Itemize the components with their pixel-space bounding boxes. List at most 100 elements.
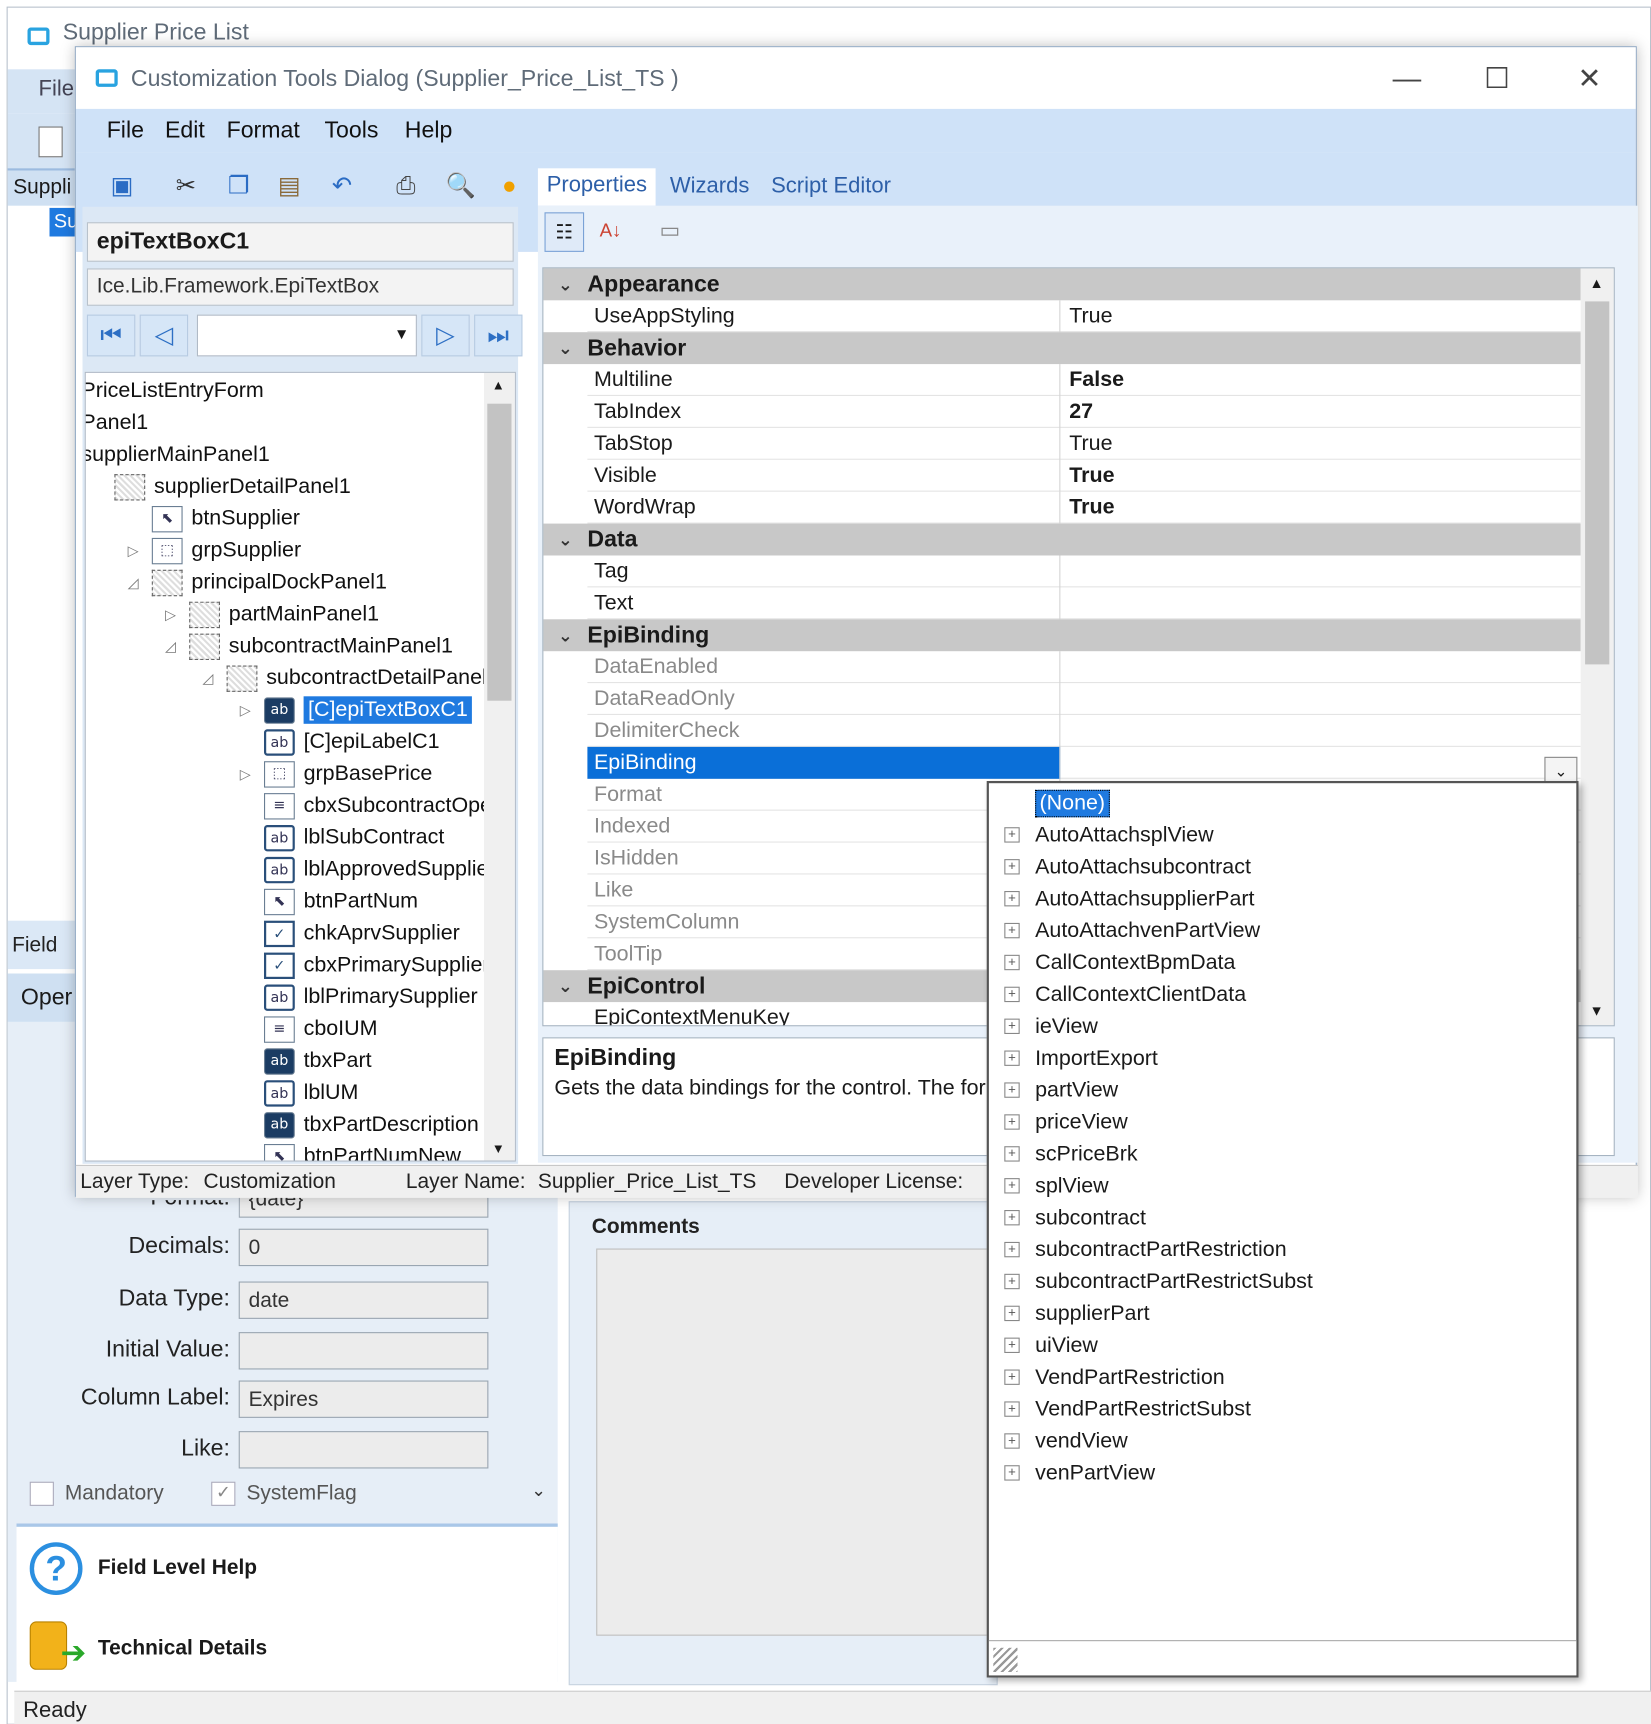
- tree-node[interactable]: Panel1: [86, 407, 148, 439]
- property-row[interactable]: Multiline False: [587, 364, 1581, 396]
- expand-plus-icon[interactable]: +: [1004, 1306, 1020, 1322]
- expand-plus-icon[interactable]: +: [1004, 1274, 1020, 1290]
- categorized-icon[interactable]: ☷: [544, 212, 585, 252]
- last-icon[interactable]: ⏭: [474, 314, 523, 357]
- cut-icon[interactable]: ✂: [168, 168, 203, 203]
- binding-option[interactable]: + VendPartRestrictSubst: [1004, 1394, 1251, 1425]
- technical-details-link[interactable]: Technical Details: [98, 1637, 267, 1661]
- expand-plus-icon[interactable]: +: [1004, 1019, 1020, 1034]
- field-input[interactable]: [238, 1431, 489, 1469]
- tree-node[interactable]: ab tbxPartDescription: [240, 1109, 479, 1141]
- expand-plus-icon[interactable]: +: [1004, 1337, 1020, 1353]
- expand-plus-icon[interactable]: +: [1004, 923, 1020, 939]
- property-category[interactable]: ⌄ Data: [543, 523, 1581, 556]
- property-row[interactable]: Visible True: [587, 459, 1581, 492]
- expand-plus-icon[interactable]: +: [1004, 1114, 1020, 1130]
- scroll-down-icon[interactable]: ▼: [1590, 1002, 1604, 1019]
- binding-option[interactable]: + vendView: [1004, 1426, 1128, 1457]
- property-row[interactable]: TabIndex 27: [587, 396, 1581, 428]
- expand-plus-icon[interactable]: +: [1004, 1433, 1020, 1449]
- tab-wizards[interactable]: Wizards: [670, 174, 749, 199]
- bg-tab[interactable]: Suppli: [7, 168, 76, 206]
- bg-selected-item[interactable]: Su: [49, 207, 78, 237]
- first-icon[interactable]: ⏮: [86, 314, 136, 357]
- save-icon[interactable]: ▣: [105, 168, 140, 203]
- tab-properties[interactable]: Properties: [537, 168, 656, 206]
- binding-option[interactable]: + AutoAttachsupplierPart: [1004, 883, 1254, 914]
- control-select[interactable]: ▼: [196, 314, 417, 357]
- binding-option[interactable]: + partView: [1004, 1075, 1118, 1106]
- binding-option[interactable]: + CallContextBpmData: [1004, 947, 1235, 978]
- expand-plus-icon[interactable]: +: [1004, 955, 1020, 971]
- comments-textarea[interactable]: [596, 1248, 995, 1636]
- menu-tools[interactable]: Tools: [325, 118, 379, 144]
- property-category[interactable]: ⌄ Behavior: [543, 332, 1581, 365]
- tree-node[interactable]: ◿ subcontractDetailPanel1: [202, 662, 499, 694]
- grid-scrollbar[interactable]: ▲ ▼: [1580, 268, 1614, 1026]
- tree-node[interactable]: ab tbxPart: [240, 1045, 372, 1077]
- tree-node[interactable]: ▷ ⬚ grpBasePrice: [240, 758, 432, 790]
- tree-node[interactable]: ✓ cbxPrimarySupplier: [240, 949, 490, 981]
- binding-option[interactable]: (None): [1035, 788, 1110, 819]
- help-question-icon[interactable]: ?: [29, 1542, 83, 1595]
- tree-node[interactable]: ◿ subcontractMainPanel1: [165, 630, 453, 662]
- menu-edit[interactable]: Edit: [165, 118, 205, 144]
- binding-option[interactable]: + subcontract: [1004, 1202, 1146, 1233]
- binding-option[interactable]: + supplierPart: [1004, 1298, 1150, 1329]
- property-value[interactable]: True: [1060, 428, 1580, 460]
- property-value[interactable]: True: [1060, 460, 1580, 492]
- property-row[interactable]: TabStop True: [587, 427, 1581, 460]
- tree-node[interactable]: ⬉ btnSupplier: [128, 503, 300, 535]
- print-preview-icon[interactable]: 🔍: [443, 168, 478, 203]
- property-value[interactable]: [1060, 587, 1580, 619]
- expand-plus-icon[interactable]: +: [1004, 1401, 1020, 1417]
- tree-node[interactable]: ⬉ btnPartNumNew: [240, 1141, 461, 1161]
- field-input[interactable]: [238, 1332, 489, 1370]
- expand-icon[interactable]: ▷: [128, 542, 146, 560]
- expand-icon[interactable]: ▷: [165, 606, 183, 624]
- tree-node[interactable]: ⬉ btnPartNum: [240, 886, 418, 918]
- property-row[interactable]: DataEnabled: [587, 651, 1581, 684]
- property-value[interactable]: True: [1060, 300, 1580, 332]
- systemflag-checkbox[interactable]: ✓: [211, 1481, 236, 1506]
- tree-node[interactable]: ab lblApprovedSupplier: [240, 854, 496, 886]
- tree-node[interactable]: ◿ principalDockPanel1: [128, 567, 387, 599]
- scroll-down-icon[interactable]: ▼: [492, 1141, 505, 1156]
- tree-node[interactable]: ▷ ⬚ grpSupplier: [128, 535, 301, 567]
- property-value[interactable]: [1060, 715, 1580, 747]
- control-name-field[interactable]: epiTextBoxC1: [86, 222, 514, 262]
- tree-node[interactable]: ab lblPrimarySupplier: [240, 981, 478, 1013]
- property-category[interactable]: ⌄ EpiBinding: [543, 619, 1581, 652]
- tree-node[interactable]: PriceListEntryForm: [86, 375, 264, 407]
- property-pages-icon[interactable]: ▭: [650, 212, 690, 252]
- expand-plus-icon[interactable]: +: [1004, 1146, 1020, 1162]
- tree-node[interactable]: ▷ ab [C]epiTextBoxC1: [240, 694, 473, 726]
- mandatory-checkbox[interactable]: [29, 1481, 54, 1506]
- tree-node[interactable]: supplierDetailPanel1: [90, 471, 351, 503]
- menu-file[interactable]: File: [107, 118, 144, 144]
- binding-option[interactable]: + AutoAttachvenPartView: [1004, 915, 1260, 946]
- tree-node[interactable]: ✓ chkAprvSupplier: [240, 917, 460, 949]
- property-value[interactable]: False: [1060, 364, 1580, 396]
- field-level-help-link[interactable]: Field Level Help: [98, 1557, 257, 1581]
- property-row[interactable]: DelimiterCheck: [587, 715, 1581, 747]
- tree-node[interactable]: ab lblUM: [240, 1077, 358, 1109]
- property-row[interactable]: Text: [587, 587, 1581, 620]
- property-row[interactable]: UseAppStyling True: [587, 300, 1581, 333]
- property-row[interactable]: DataReadOnly: [587, 683, 1581, 715]
- property-value[interactable]: [1060, 556, 1580, 588]
- binding-option[interactable]: + ImportExport: [1004, 1043, 1158, 1074]
- expand-plus-icon[interactable]: +: [1004, 891, 1020, 907]
- tree-scroll-thumb[interactable]: [487, 403, 512, 701]
- property-row[interactable]: EpiBinding: [587, 746, 1581, 779]
- binding-option[interactable]: + AutoAttachsubcontract: [1004, 851, 1251, 882]
- binding-option[interactable]: + priceView: [1004, 1107, 1128, 1138]
- expand-plus-icon[interactable]: +: [1004, 1210, 1020, 1226]
- new-document-icon[interactable]: [38, 126, 63, 158]
- control-tree[interactable]: PriceListEntryForm Panel1 supplierMainPane…: [84, 371, 516, 1162]
- binding-option[interactable]: + subcontractPartRestrictSubst: [1004, 1266, 1313, 1297]
- copy-icon[interactable]: ❐: [221, 168, 256, 203]
- sort-alpha-icon[interactable]: A↓: [591, 212, 631, 252]
- property-category[interactable]: ⌄ Appearance: [543, 268, 1581, 301]
- binding-option[interactable]: + ieView: [1004, 1011, 1098, 1042]
